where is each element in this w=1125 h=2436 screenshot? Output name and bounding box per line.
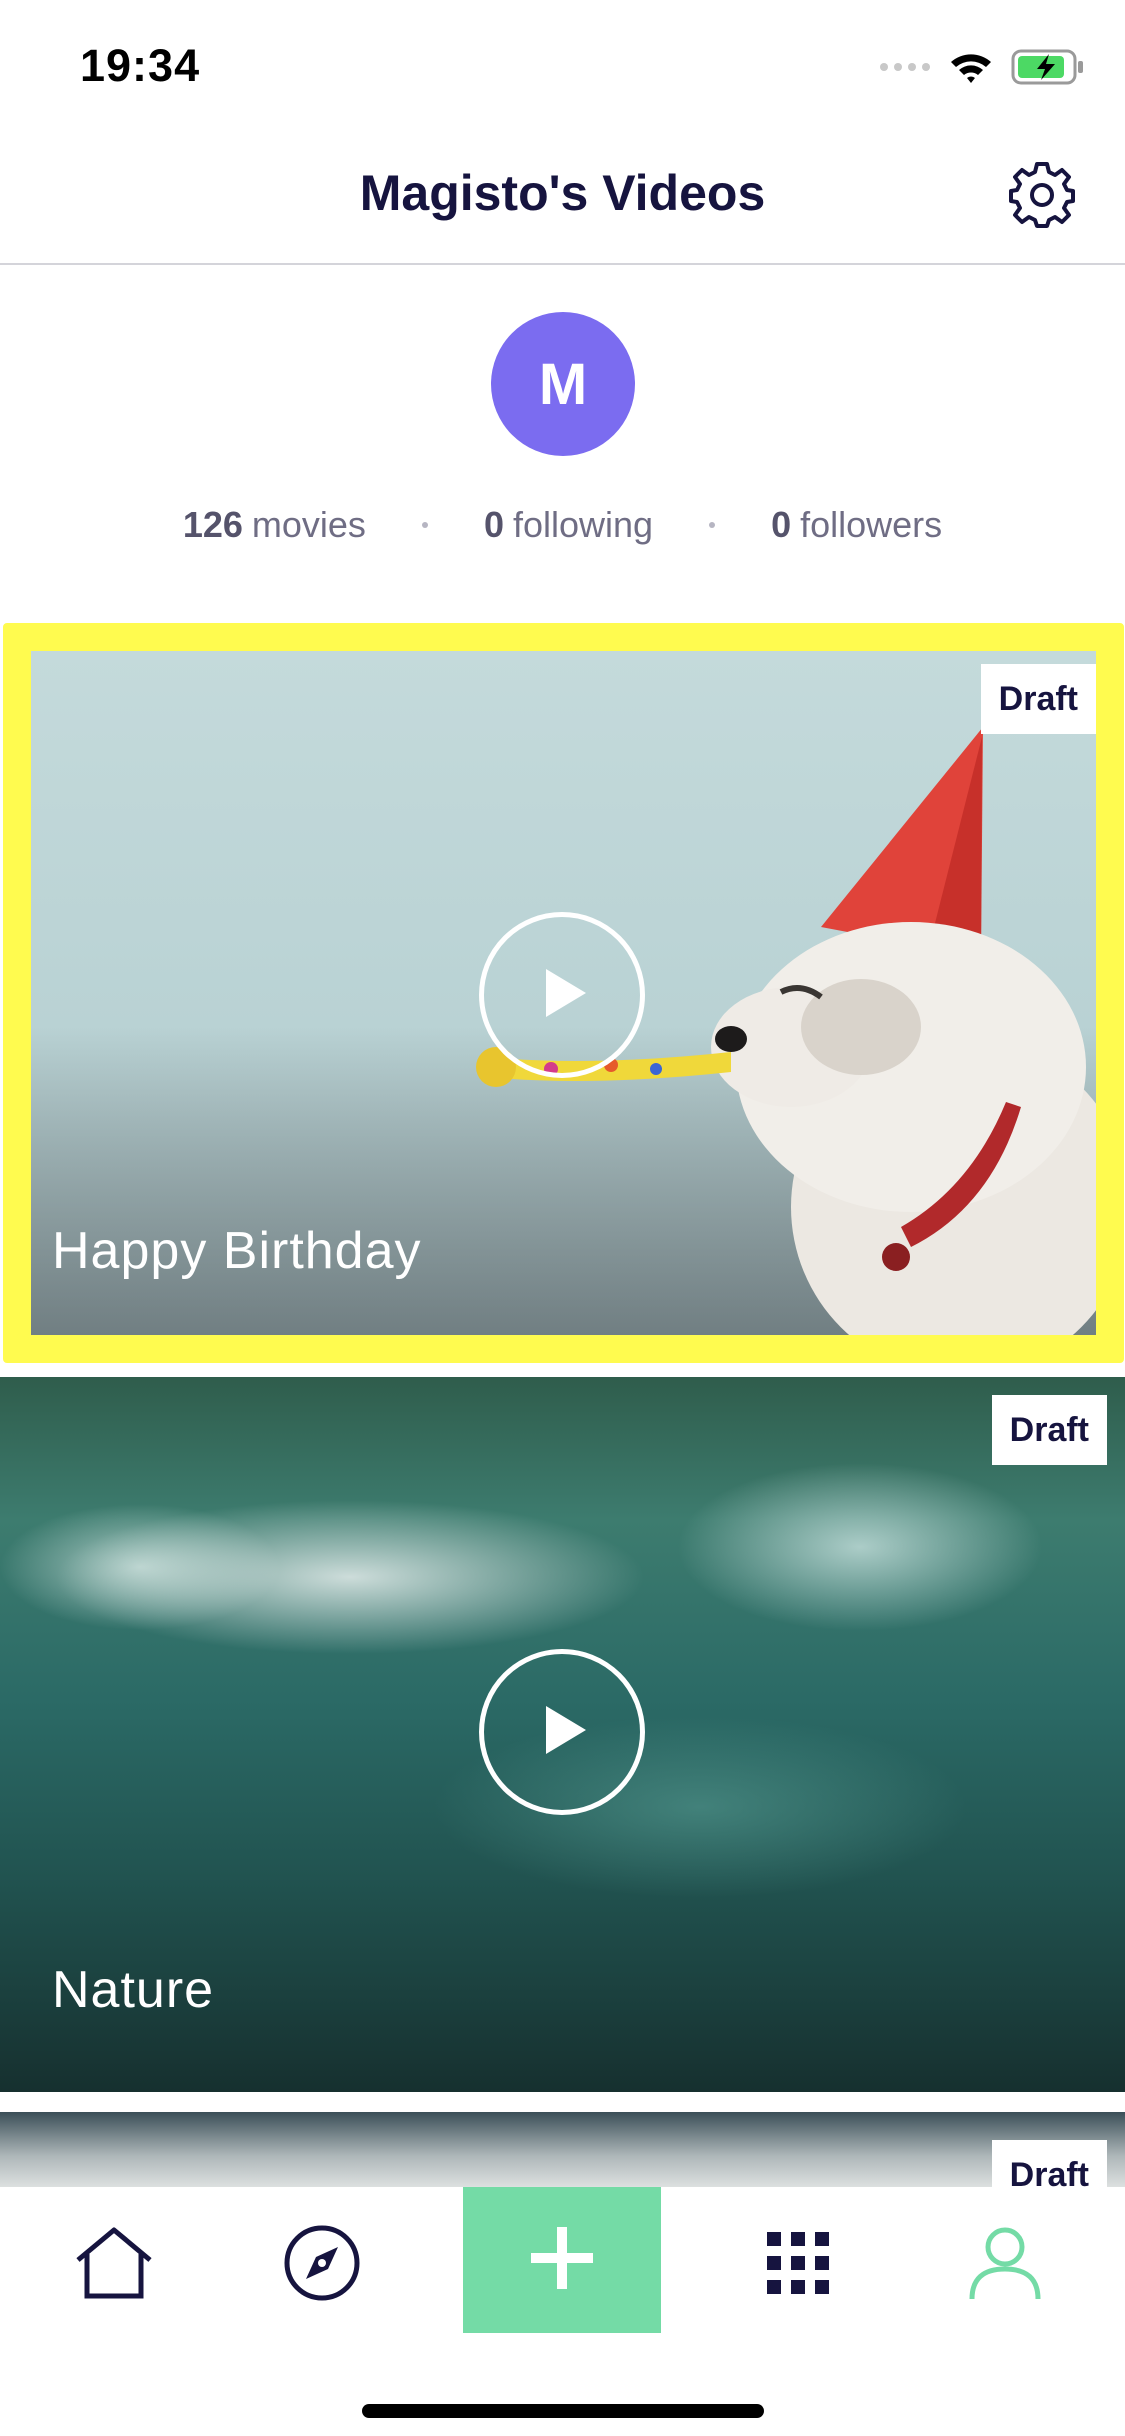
nav-home[interactable] bbox=[64, 2215, 164, 2315]
page-title: Magisto's Videos bbox=[359, 165, 766, 221]
stat-following-count: 0 bbox=[483, 504, 504, 545]
stat-following[interactable]: 0 following bbox=[484, 504, 653, 546]
settings-button[interactable] bbox=[1007, 161, 1077, 233]
create-button[interactable] bbox=[463, 2187, 661, 2333]
home-indicator[interactable] bbox=[362, 2404, 764, 2418]
bottom-nav bbox=[0, 2187, 1125, 2436]
home-icon bbox=[74, 2226, 154, 2305]
stat-followers-count: 0 bbox=[771, 504, 792, 545]
separator-dot bbox=[709, 522, 716, 528]
video-card-partial[interactable]: Draft bbox=[0, 2112, 1125, 2192]
play-icon bbox=[532, 1700, 592, 1765]
avatar[interactable]: M bbox=[491, 312, 635, 456]
draft-badge: Draft bbox=[991, 1395, 1107, 1465]
stat-followers-label: followers bbox=[800, 504, 943, 545]
stat-movies-count: 126 bbox=[182, 504, 243, 545]
separator-dot bbox=[421, 522, 428, 528]
play-button[interactable] bbox=[479, 1649, 645, 1815]
nav-explore[interactable] bbox=[272, 2215, 372, 2315]
play-button[interactable] bbox=[479, 912, 645, 1078]
profile-icon bbox=[967, 2225, 1043, 2306]
stat-movies-label: movies bbox=[251, 504, 366, 545]
stat-followers[interactable]: 0 followers bbox=[771, 504, 942, 546]
status-icons bbox=[879, 48, 1085, 90]
gear-icon bbox=[1009, 161, 1075, 233]
grid-icon bbox=[765, 2230, 831, 2301]
draft-badge: Draft bbox=[980, 664, 1096, 734]
video-title: Happy Birthday bbox=[52, 1222, 422, 1280]
stat-following-label: following bbox=[512, 504, 654, 545]
wifi-icon bbox=[949, 50, 993, 89]
plus-icon bbox=[527, 2223, 597, 2298]
top-header: Magisto's Videos bbox=[0, 140, 1125, 265]
video-card-happy-birthday[interactable]: Draft Happy Birthday bbox=[31, 647, 1098, 1337]
signal-icon bbox=[879, 60, 931, 79]
nav-profile[interactable] bbox=[955, 2215, 1055, 2315]
play-icon bbox=[532, 963, 592, 1028]
status-time: 19:34 bbox=[80, 40, 201, 91]
nav-library[interactable] bbox=[748, 2215, 848, 2315]
stat-movies[interactable]: 126 movies bbox=[183, 504, 366, 546]
video-card-nature[interactable]: Draft Nature bbox=[0, 1377, 1125, 2092]
battery-charging-icon bbox=[1011, 49, 1085, 90]
profile-stats: 126 movies 0 following 0 followers bbox=[0, 500, 1125, 550]
draft-badge: Draft bbox=[991, 2140, 1107, 2192]
video-title: Nature bbox=[52, 1961, 215, 2019]
status-bar: 19:34 bbox=[0, 0, 1125, 140]
compass-icon bbox=[282, 2223, 362, 2308]
